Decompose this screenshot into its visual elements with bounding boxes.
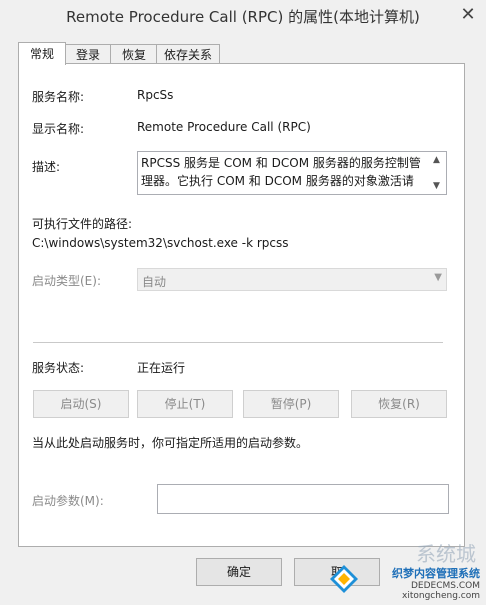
- tab-recovery[interactable]: 恢复: [110, 44, 158, 65]
- service-name-value: RpcSs: [137, 88, 174, 102]
- startup-type-value: 自动: [142, 275, 167, 289]
- window-title: Remote Procedure Call (RPC) 的属性(本地计算机): [66, 8, 420, 26]
- tab-general[interactable]: 常规: [18, 42, 66, 65]
- path-value: C:\windows\system32\svchost.exe -k rpcss: [32, 236, 289, 250]
- start-button[interactable]: 启动(S): [33, 390, 129, 418]
- watermark-line1: 织梦内容管理系统: [392, 567, 480, 580]
- startup-type-label: 启动类型(E):: [32, 274, 101, 288]
- tab-logon[interactable]: 登录: [64, 44, 112, 65]
- start-params-input[interactable]: [157, 484, 449, 514]
- watermark: 系统城 织梦内容管理系统 DEDECMS.COM xitongcheng.com: [330, 542, 480, 601]
- watermark-line2: DEDECMS.COM: [411, 581, 480, 591]
- start-params-label: 启动参数(M):: [32, 494, 104, 508]
- scroll-up-icon[interactable]: ▲: [433, 155, 440, 165]
- path-label: 可执行文件的路径:: [32, 217, 133, 231]
- chevron-down-icon: ▼: [434, 272, 442, 283]
- tab-dependencies[interactable]: 依存关系: [156, 44, 220, 65]
- display-name-value: Remote Procedure Call (RPC): [137, 120, 311, 134]
- ok-button[interactable]: 确定: [196, 558, 282, 586]
- watermark-site: xitongcheng.com: [402, 591, 480, 601]
- general-panel: 服务名称: RpcSs 显示名称: Remote Procedure Call …: [18, 63, 465, 547]
- description-label: 描述:: [32, 160, 61, 174]
- startup-type-select[interactable]: 自动 ▼: [137, 268, 447, 291]
- divider: [33, 342, 443, 343]
- service-status-label: 服务状态:: [32, 361, 85, 375]
- start-params-hint: 当从此处启动服务时，你可指定所适用的启动参数。: [32, 436, 309, 450]
- scroll-down-icon[interactable]: ▼: [433, 181, 440, 191]
- title-bar: Remote Procedure Call (RPC) 的属性(本地计算机) ✕: [0, 0, 486, 32]
- close-icon[interactable]: ✕: [458, 5, 478, 25]
- description-scrollbar[interactable]: ▲ ▼: [430, 152, 446, 194]
- watermark-brand: 系统城: [416, 542, 476, 566]
- description-text: RPCSS 服务是 COM 和 DCOM 服务器的服务控制管理器。它执行 COM…: [141, 156, 421, 188]
- pause-button[interactable]: 暂停(P): [243, 390, 339, 418]
- service-name-label: 服务名称:: [32, 90, 85, 104]
- watermark-logo-icon: [330, 565, 358, 593]
- resume-button[interactable]: 恢复(R): [351, 390, 447, 418]
- stop-button[interactable]: 停止(T): [137, 390, 233, 418]
- service-status-value: 正在运行: [137, 361, 186, 375]
- description-box[interactable]: RPCSS 服务是 COM 和 DCOM 服务器的服务控制管理器。它执行 COM…: [137, 151, 447, 195]
- display-name-label: 显示名称:: [32, 122, 85, 136]
